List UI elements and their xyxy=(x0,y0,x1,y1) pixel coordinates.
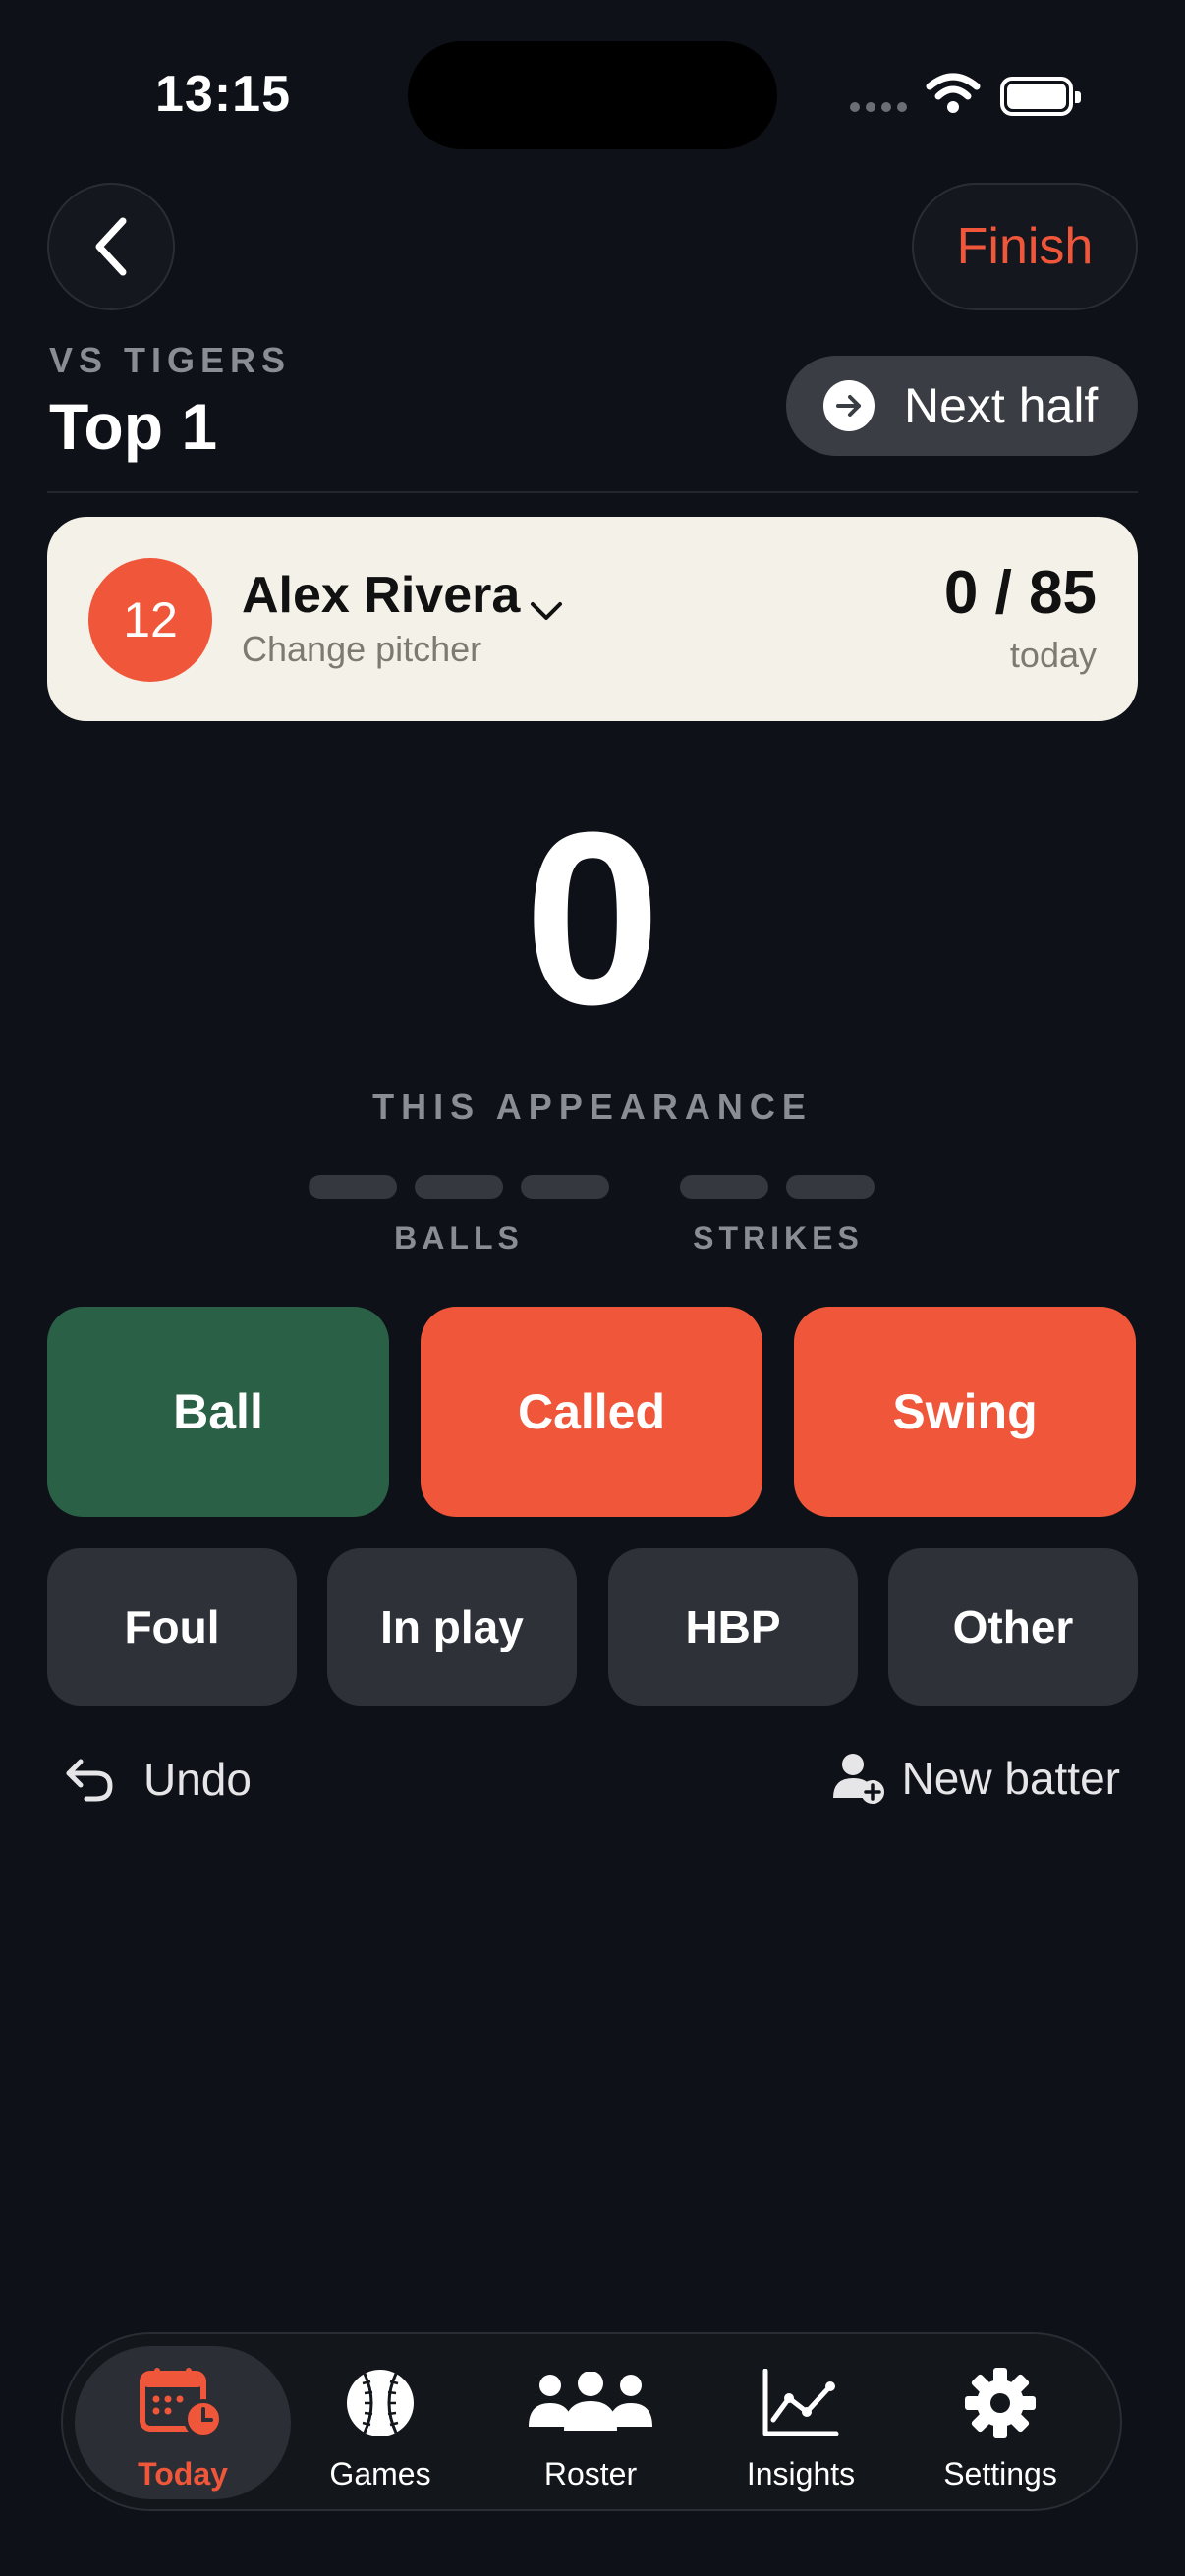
cellular-signal-icon xyxy=(850,102,907,112)
undo-icon xyxy=(66,1759,113,1802)
finish-button[interactable]: Finish xyxy=(912,183,1138,310)
new-batter-label: New batter xyxy=(901,1753,1120,1804)
strikes-label: STRIKES xyxy=(693,1220,864,1256)
chevron-down-icon[interactable] xyxy=(529,599,564,628)
pitch-count-caption: today xyxy=(1009,635,1097,675)
hbp-button[interactable]: HBP xyxy=(608,1548,858,1706)
arrow-right-circle-icon xyxy=(823,380,875,431)
pitch-count-total: 0 / 85 xyxy=(943,559,1097,627)
ball-indicator xyxy=(521,1175,609,1199)
chevron-left-icon xyxy=(95,217,127,276)
battery-icon xyxy=(1000,77,1081,116)
change-pitcher-label: Change pitcher xyxy=(242,629,482,669)
foul-button[interactable]: Foul xyxy=(47,1548,297,1706)
baseball-icon xyxy=(343,2366,418,2440)
chart-line-icon xyxy=(762,2366,840,2440)
tab-today[interactable]: Today xyxy=(85,2366,281,2492)
tab-games[interactable]: Games xyxy=(282,2366,479,2492)
new-batter-button[interactable]: New batter xyxy=(831,1751,1120,1806)
divider xyxy=(47,491,1138,493)
in-play-button[interactable]: In play xyxy=(327,1548,577,1706)
pitcher-selector[interactable]: 12 Alex Rivera Change pitcher 0 / 85 tod… xyxy=(47,517,1138,721)
back-button[interactable] xyxy=(47,183,175,310)
swing-strike-button[interactable]: Swing xyxy=(794,1307,1136,1517)
tab-insights-label: Insights xyxy=(746,2456,856,2492)
strike-indicator xyxy=(786,1175,875,1199)
appearance-pitch-count: 0 xyxy=(524,781,661,1055)
next-half-label: Next half xyxy=(904,378,1099,433)
tab-settings-label: Settings xyxy=(943,2456,1057,2492)
calendar-clock-icon xyxy=(139,2366,227,2440)
strike-indicator xyxy=(680,1175,768,1199)
pitcher-number-badge: 12 xyxy=(88,558,212,682)
dynamic-island xyxy=(408,41,777,149)
undo-label: Undo xyxy=(143,1754,252,1805)
tab-games-label: Games xyxy=(329,2456,431,2492)
gear-icon xyxy=(963,2366,1038,2440)
ball-indicator xyxy=(309,1175,397,1199)
ball-indicator xyxy=(415,1175,503,1199)
ball-button[interactable]: Ball xyxy=(47,1307,389,1517)
tab-today-label: Today xyxy=(138,2456,228,2492)
tab-insights[interactable]: Insights xyxy=(703,2366,899,2492)
wifi-icon xyxy=(926,73,981,119)
balls-label: BALLS xyxy=(394,1220,524,1256)
undo-button[interactable]: Undo xyxy=(63,1753,252,1806)
tab-settings[interactable]: Settings xyxy=(902,2366,1099,2492)
tab-roster[interactable]: Roster xyxy=(492,2366,689,2492)
other-button[interactable]: Other xyxy=(888,1548,1138,1706)
pitcher-name: Alex Rivera xyxy=(242,567,521,624)
inning-title: Top 1 xyxy=(49,390,218,463)
people-icon xyxy=(527,2366,654,2440)
next-half-button[interactable]: Next half xyxy=(786,356,1138,456)
called-strike-button[interactable]: Called xyxy=(421,1307,762,1517)
opponent-label: VS TIGERS xyxy=(49,340,292,380)
status-time: 13:15 xyxy=(155,66,291,123)
tab-roster-label: Roster xyxy=(543,2456,638,2492)
appearance-label: THIS APPEARANCE xyxy=(372,1087,813,1127)
add-person-icon xyxy=(832,1754,884,1804)
